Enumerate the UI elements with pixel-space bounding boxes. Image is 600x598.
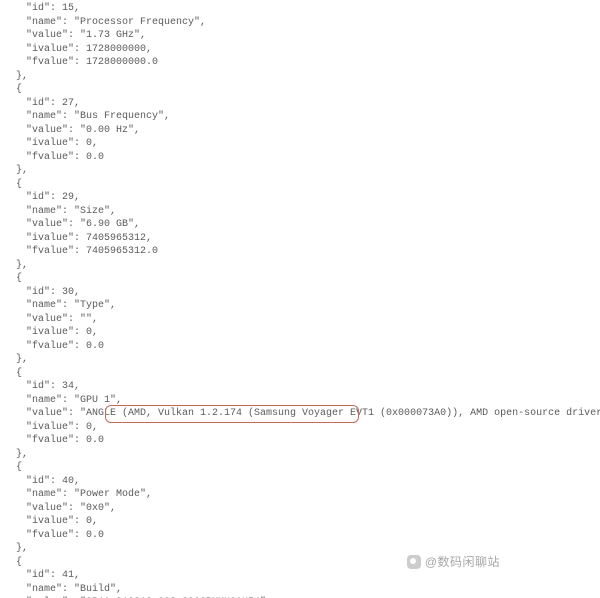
entry-name: "name": "GPU 1", [6, 394, 600, 408]
entry-ivalue: "ivalue": 1728000000, [6, 43, 600, 57]
entry-name: "name": "Size", [6, 205, 600, 219]
entry-ivalue: "ivalue": 0, [6, 421, 600, 435]
entry-id: "id": 40, [6, 475, 600, 489]
entry-close: }, [6, 448, 600, 462]
entry-value: "value": "1.73 GHz", [6, 29, 600, 43]
weibo-icon [407, 555, 421, 569]
entry-name: "name": "Bus Frequency", [6, 110, 600, 124]
entry-close: }, [6, 353, 600, 367]
entry-fvalue: "fvalue": 0.0 [6, 151, 600, 165]
entry-id: "id": 29, [6, 191, 600, 205]
entry-close: }, [6, 542, 600, 556]
entry-open: { [6, 367, 600, 381]
entry-id: "id": 41, [6, 569, 600, 583]
entry-ivalue: "ivalue": 0, [6, 326, 600, 340]
weibo-watermark: @数码闲聊站 [407, 554, 500, 570]
entry-open: { [6, 272, 600, 286]
entry-value: "value": "ANGLE (AMD, Vulkan 1.2.174 (Sa… [6, 407, 600, 421]
entry-fvalue: "fvalue": 1728000000.0 [6, 56, 600, 70]
entry-fvalue: "fvalue": 7405965312.0 [6, 245, 600, 259]
watermark-text: @数码闲聊站 [425, 554, 500, 570]
entry-open: { [6, 178, 600, 192]
entry-fvalue: "fvalue": 0.0 [6, 340, 600, 354]
entry-id: "id": 34, [6, 380, 600, 394]
entry-id: "id": 30, [6, 286, 600, 300]
entry-value: "value": "6.90 GB", [6, 218, 600, 232]
entry-name: "name": "Build", [6, 583, 600, 597]
entry-id: "id": 15, [6, 2, 600, 16]
entry-name: "name": "Type", [6, 299, 600, 313]
entry-ivalue: "ivalue": 0, [6, 515, 600, 529]
entry-close: }, [6, 70, 600, 84]
entry-close: }, [6, 259, 600, 273]
entry-name: "name": "Processor Frequency", [6, 16, 600, 30]
entry-close: }, [6, 164, 600, 178]
entry-id: "id": 27, [6, 97, 600, 111]
entry-ivalue: "ivalue": 0, [6, 137, 600, 151]
entry-value: "value": "0x0", [6, 502, 600, 516]
entry-value: "value": "0.00 Hz", [6, 124, 600, 138]
json-dump: "id": 15,"name": "Processor Frequency","… [0, 0, 600, 598]
entry-fvalue: "fvalue": 0.0 [6, 529, 600, 543]
entry-name: "name": "Power Mode", [6, 488, 600, 502]
entry-open: { [6, 556, 600, 570]
entry-value: "value": "", [6, 313, 600, 327]
entry-open: { [6, 83, 600, 97]
entry-ivalue: "ivalue": 7405965312, [6, 232, 600, 246]
entry-fvalue: "fvalue": 0.0 [6, 434, 600, 448]
entry-open: { [6, 461, 600, 475]
